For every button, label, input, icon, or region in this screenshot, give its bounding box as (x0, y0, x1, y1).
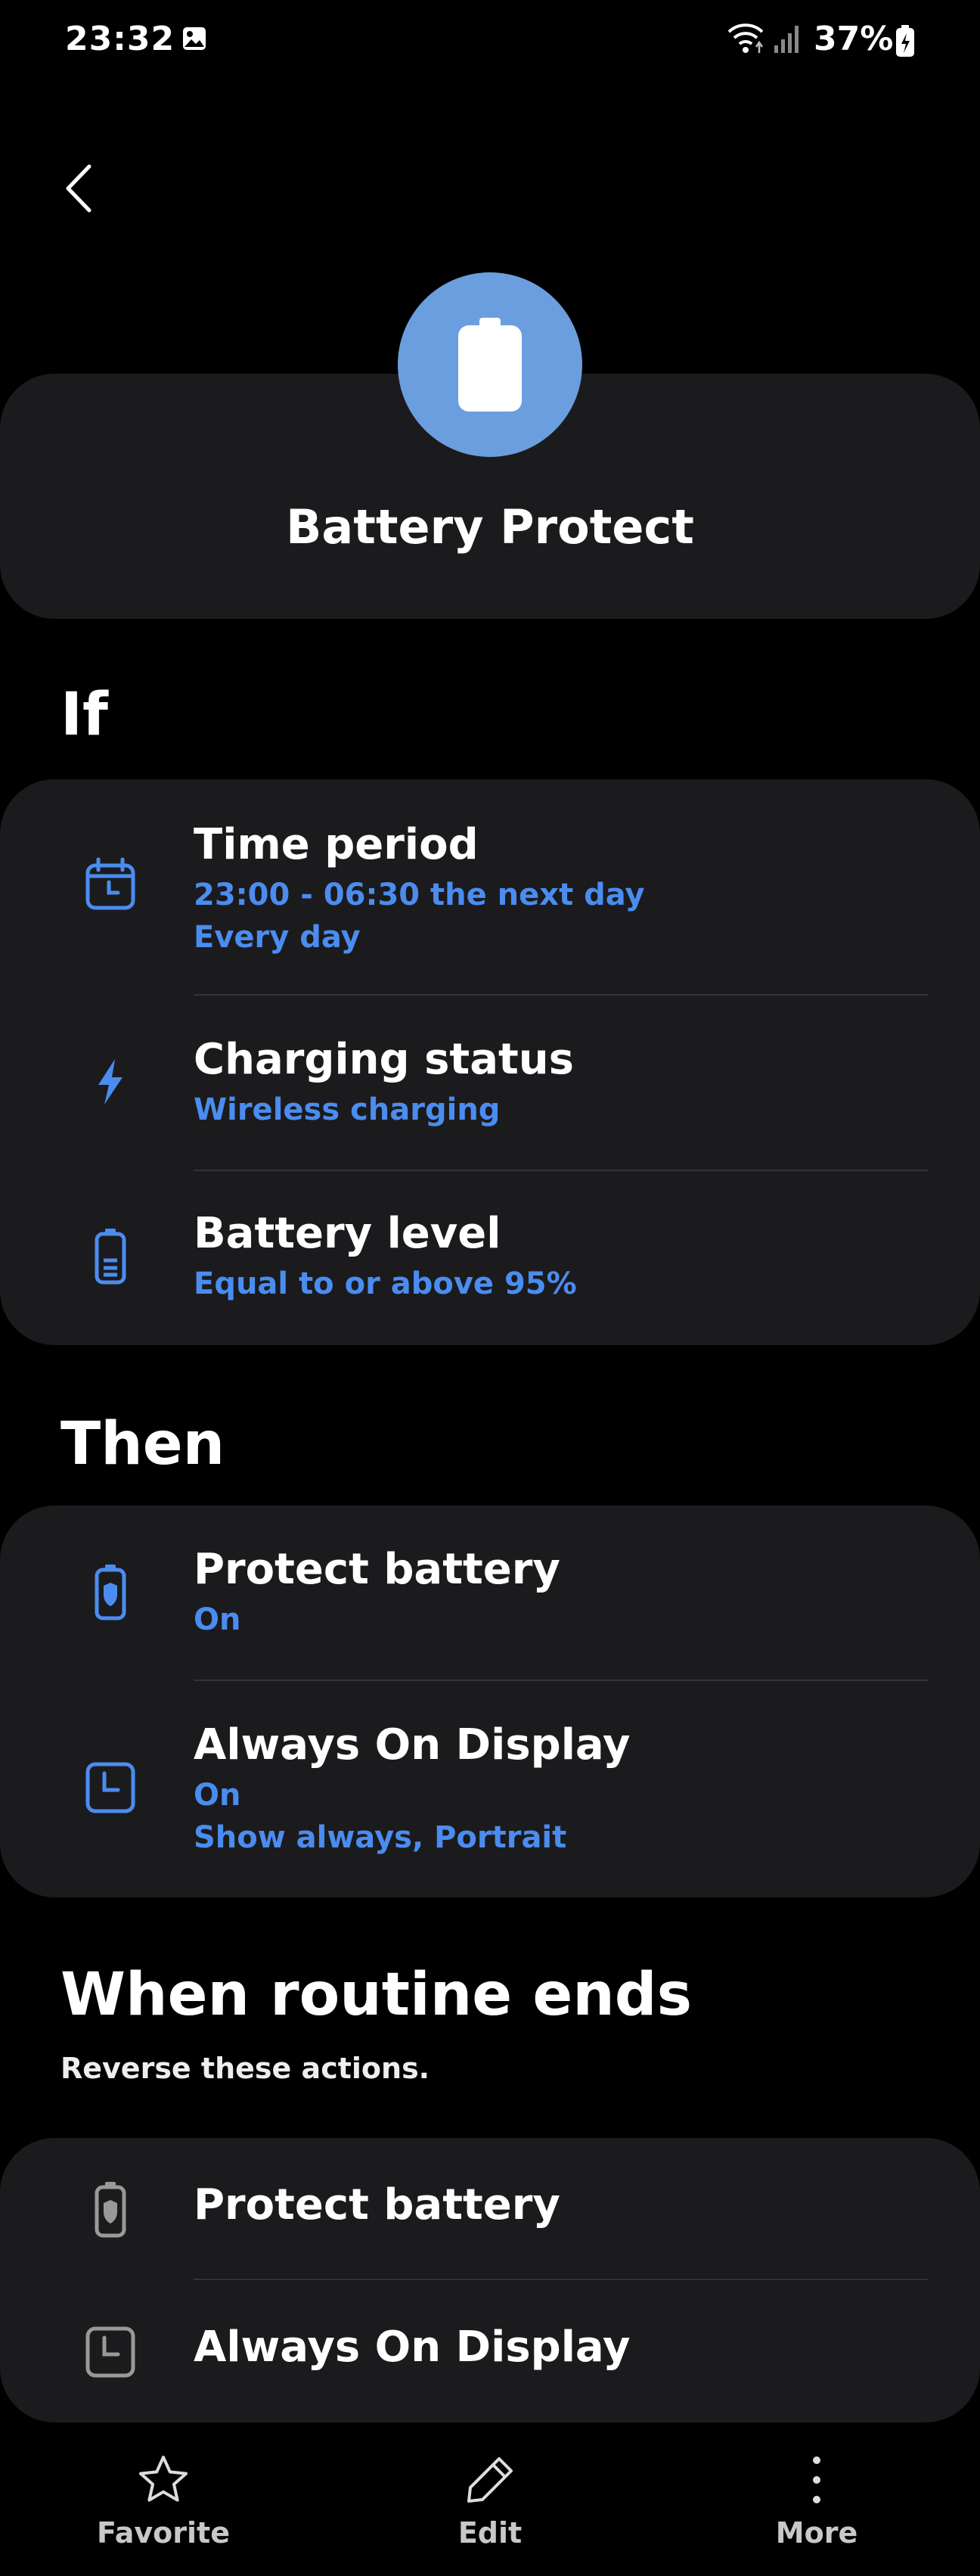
back-button[interactable] (59, 162, 98, 215)
condition-detail: Equal to or above 95% (194, 1266, 577, 1301)
star-icon (139, 2456, 188, 2502)
when-routine-ends-heading: When routine ends (60, 1961, 693, 2029)
condition-detail: Wireless charging (194, 1092, 501, 1127)
status-time: 23:32 (65, 20, 175, 58)
gallery-notification-icon (183, 27, 206, 50)
edit-button[interactable]: Edit (399, 2432, 581, 2568)
ends-actions-card: Protect battery Always On Display (0, 2138, 980, 2422)
edit-label: Edit (457, 2516, 523, 2550)
more-vertical-icon (813, 2456, 820, 2503)
if-conditions-card: Time period 23:00 - 06:30 the next day E… (0, 779, 980, 1345)
routine-title: Battery Protect (286, 499, 694, 555)
battery-icon (95, 1229, 126, 1285)
favorite-button[interactable]: Favorite (73, 2432, 254, 2568)
more-label: More (775, 2516, 858, 2550)
action-always-on-display[interactable] (0, 1681, 980, 1897)
pencil-icon (467, 2457, 513, 2503)
when-routine-ends-subtitle: Reverse these actions. (60, 2052, 430, 2085)
then-heading: Then (60, 1410, 225, 1478)
then-actions-card: Protect battery On Always On Display On … (0, 1506, 980, 1897)
bottom-nav: Favorite Edit More (0, 2432, 980, 2576)
clock-screen-icon (85, 1762, 135, 1813)
condition-title: Charging status (194, 1035, 574, 1084)
signal-icon (774, 26, 799, 53)
action-detail: Show always, Portrait (194, 1820, 567, 1855)
reverse-action-title: Always On Display (194, 2323, 631, 2372)
battery-shield-icon (95, 1565, 126, 1620)
condition-detail: 23:00 - 06:30 the next day (194, 878, 645, 912)
battery-shield-icon (95, 2182, 126, 2238)
condition-title: Time period (194, 820, 479, 869)
condition-title: Battery level (194, 1209, 501, 1258)
action-title: Protect battery (194, 1545, 560, 1594)
wifi-icon (727, 23, 764, 53)
action-title: Always On Display (194, 1720, 631, 1770)
if-heading: If (60, 681, 108, 749)
calendar-icon (85, 857, 135, 910)
condition-battery-level[interactable] (0, 1171, 980, 1345)
reverse-action-title: Protect battery (194, 2180, 560, 2230)
battery-charging-icon (896, 25, 914, 57)
condition-detail: Every day (194, 920, 361, 955)
battery-percent: 37% (814, 20, 894, 58)
battery-icon (458, 318, 522, 412)
clock-screen-icon (85, 2326, 135, 2378)
bolt-icon (98, 1059, 122, 1105)
favorite-label: Favorite (97, 2516, 230, 2550)
action-detail: On (194, 1778, 241, 1813)
action-detail: On (194, 1602, 241, 1637)
more-button[interactable]: More (726, 2432, 907, 2568)
